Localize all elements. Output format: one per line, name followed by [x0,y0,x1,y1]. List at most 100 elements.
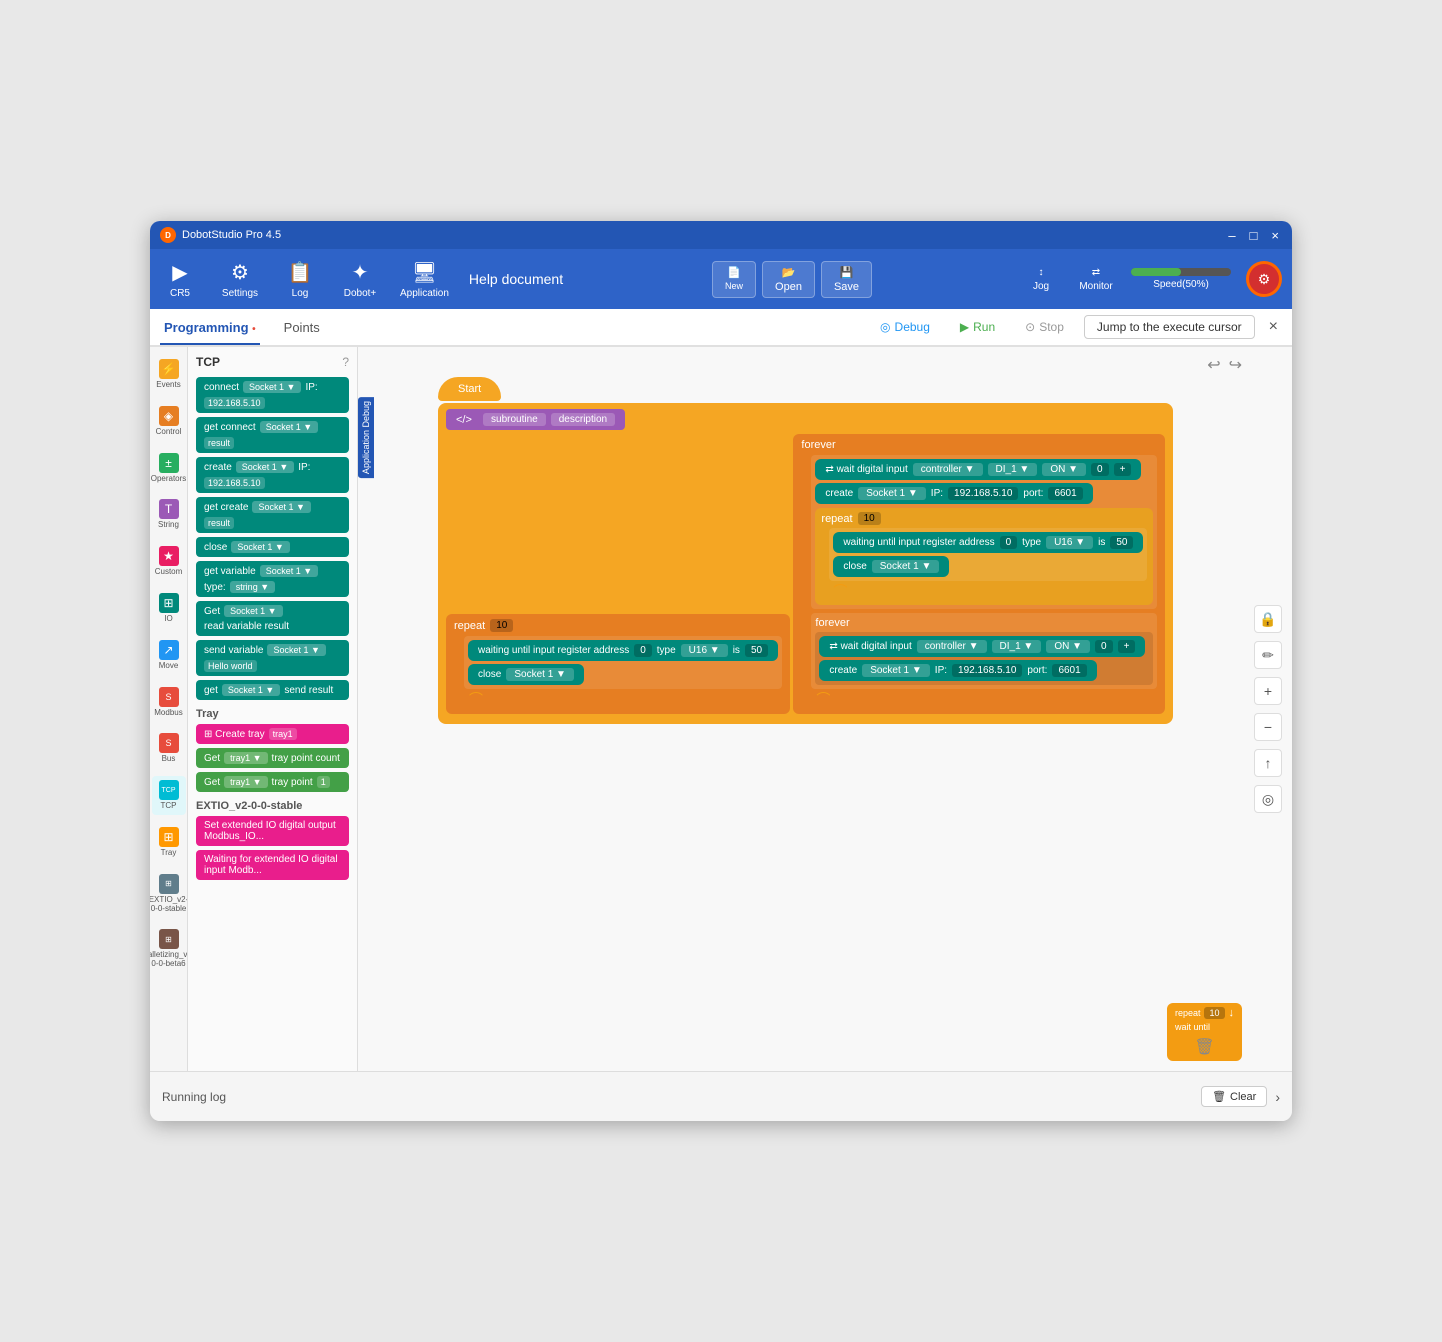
cr5-label: CR5 [170,288,190,299]
jump-cursor-button[interactable]: Jump to the execute cursor [1084,315,1255,339]
create-socket-2: create Socket 1 ▼ IP: 192.168.5.10 port:… [819,660,1149,681]
custom-label: Custom [155,568,183,577]
sidebar-item-io[interactable]: ⊞ IO [152,589,186,628]
block-send-variable[interactable]: send variable Socket 1 ▼ Hello world [196,640,349,676]
control-label: Control [156,428,182,437]
monitor-icon: ⇄ [1092,267,1100,278]
block-panel: TCP ? connect Socket 1 ▼ IP: 192.168.5.1… [188,347,358,1071]
block-get-tray-point-count[interactable]: Get tray1 ▼ tray point count [196,748,349,768]
block-get-create[interactable]: get create Socket 1 ▼ result [196,497,349,533]
trash-area[interactable]: 🗑 [1175,1037,1234,1057]
tab-modified-dot: • [252,324,256,335]
dobot-plus-label: Dobot+ [344,288,377,299]
run-button[interactable]: ▶ Run [950,316,1005,338]
toolbar-right: ↕ Jog ⇄ Monitor Speed(50%) ⚙ [1021,261,1282,297]
repeat-block-1[interactable]: repeat 10 waiting until input register a… [446,614,790,714]
application-icon: 🖥 [412,260,437,285]
toolbar-help-doc[interactable]: Help document [469,271,563,287]
block-set-extended-io[interactable]: Set extended IO digital output Modbus_IO… [196,816,349,846]
debug-button[interactable]: ◎ Debug [870,316,940,338]
block-create[interactable]: create Socket 1 ▼ IP: 192.168.5.10 [196,457,349,493]
help-icon[interactable]: ? [342,355,349,369]
title-bar-controls[interactable]: – □ × [1225,228,1282,243]
forever-block-1[interactable]: forever ⇄ wait digital input controller … [793,434,1165,714]
toolbar-application[interactable]: 🖥 Application [400,260,449,299]
block-connect[interactable]: connect Socket 1 ▼ IP: 192.168.5.10 [196,377,349,413]
block-create-tray[interactable]: ⊞ Create tray tray1 [196,724,349,744]
toolbar-monitor[interactable]: ⇄ Monitor [1076,267,1116,292]
block-wait-extended-io[interactable]: Waiting for extended IO digital input Mo… [196,850,349,880]
stop-icon: ⊙ [1025,320,1035,334]
sidebar-item-string[interactable]: T String [152,495,186,534]
sidebar-item-bus[interactable]: S Bus [152,729,186,768]
start-block-row: Start [438,377,1173,401]
zoom-out-tool[interactable]: − [1254,713,1282,741]
zoom-in-tool[interactable]: + [1254,677,1282,705]
block-get-tray-point[interactable]: Get tray1 ▼ tray point 1 [196,772,349,792]
maximize-button[interactable]: □ [1247,228,1261,243]
stop-button[interactable]: ⊙ Stop [1015,316,1074,338]
minimize-button[interactable]: – [1225,228,1238,243]
sidebar-item-control[interactable]: ◈ Control [152,402,186,441]
toolbar-settings[interactable]: ⚙ Settings [220,260,260,299]
speed-control: Speed(50%) [1131,268,1231,290]
modbus-icon: S [159,687,179,707]
sidebar-item-extio[interactable]: ⊞ EXTIO_v2-0-0-stable [152,870,186,918]
log-area: Running log 🗑 Clear › [150,1071,1292,1121]
sidebar-item-events[interactable]: ⚡ Events [152,355,186,394]
tray-section-title: Tray [196,708,349,720]
block-panel-title: TCP [196,355,220,369]
toolbar-log[interactable]: 📋 Log [280,260,320,299]
settings-label: Settings [222,288,258,299]
sidebar-item-tray[interactable]: ⊞ Tray [152,823,186,862]
speed-bar[interactable] [1131,268,1231,276]
open-file-icon: 📂 [782,266,796,279]
app-logo: D [160,227,176,243]
sidebar-item-operators[interactable]: ± Operators [152,449,186,488]
close-debug-button[interactable]: × [1265,318,1282,336]
redo-button[interactable]: ↪ [1229,355,1242,375]
new-file-button[interactable]: 📄 New [712,261,756,298]
debug-icon: ◎ [880,320,890,334]
clear-button[interactable]: 🗑 Clear [1201,1086,1267,1107]
close-button[interactable]: × [1268,228,1282,243]
title-bar-left: D DobotStudio Pro 4.5 [160,227,281,243]
sidebar-item-palletizing[interactable]: ⊞ Palletizing_v2-0-0-beta6 [152,925,186,973]
block-get-send-result[interactable]: get Socket 1 ▼ send result [196,680,349,700]
app-title: DobotStudio Pro 4.5 [182,229,281,241]
tab-points[interactable]: Points [280,312,324,345]
block-get-connect[interactable]: get connect Socket 1 ▼ result [196,417,349,453]
toolbar-jog[interactable]: ↕ Jog [1021,267,1061,292]
waiting-block-1: waiting until input register address 0 t… [468,640,778,661]
target-tool[interactable]: ◎ [1254,785,1282,813]
block-close[interactable]: close Socket 1 ▼ [196,537,349,557]
toolbar-dobot-plus[interactable]: ✦ Dobot+ [340,260,380,299]
toolbar-cr5[interactable]: ▶ CR5 [160,260,200,299]
tab-programming[interactable]: Programming • [160,312,260,345]
sidebar-categories: ⚡ Events ◈ Control ± Operators T String … [150,347,188,1071]
speed-fill [1131,268,1181,276]
subroutine-block[interactable]: </> subroutine description [446,409,625,430]
save-file-button[interactable]: 💾 Save [821,261,872,298]
undo-button[interactable]: ↩ [1207,355,1220,375]
block-get-read-variable[interactable]: Get Socket 1 ▼ read variable result [196,601,349,636]
sidebar-item-custom[interactable]: ★ Custom [152,542,186,581]
repeat-block-2[interactable]: repeat 10 waiting until input register a… [815,508,1153,605]
app-window: D DobotStudio Pro 4.5 – □ × ▶ CR5 ⚙ Sett… [150,221,1292,1121]
emergency-stop-button[interactable]: ⚙ [1246,261,1282,297]
expand-log-button[interactable]: › [1275,1089,1280,1105]
sidebar-item-modbus[interactable]: S Modbus [152,683,186,722]
sidebar-item-tcp[interactable]: TCP TCP [152,776,186,815]
block-get-variable[interactable]: get variable Socket 1 ▼ type: string ▼ [196,561,349,597]
canvas-area[interactable]: Application Debug ↩ ↪ Start [358,347,1292,1071]
start-block[interactable]: Start [438,377,501,401]
open-file-button[interactable]: 📂 Open [762,261,815,298]
fit-tool[interactable]: ↑ [1254,749,1282,777]
program-blocks: Start </> subroutine description [438,377,1173,724]
lock-tool[interactable]: 🔒 [1254,605,1282,633]
sidebar-item-move[interactable]: ↗ Move [152,636,186,675]
application-label: Application [400,288,449,299]
edit-tool[interactable]: ✏ [1254,641,1282,669]
stop-label: Stop [1039,320,1064,334]
cr5-icon: ▶ [172,260,187,285]
